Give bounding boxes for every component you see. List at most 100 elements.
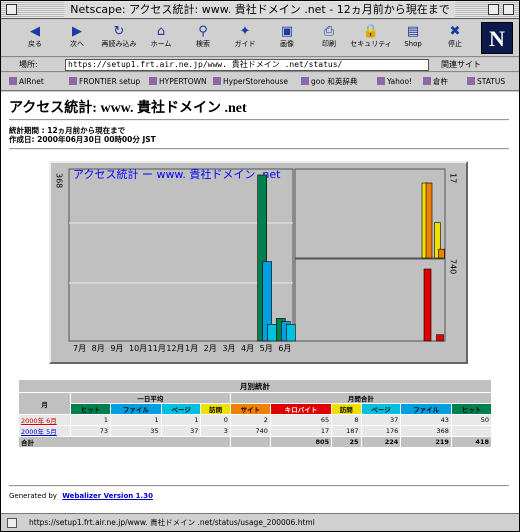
x-tick-label: 1月	[185, 344, 198, 353]
total-value: 187	[331, 425, 362, 437]
total-value: 740	[229, 425, 271, 437]
page-content: アクセス統計: www. 貴社ドメイン .net 統計期間 : 12ヵ月前から現…	[1, 92, 519, 513]
home-button[interactable]: ⌂ ホーム	[139, 22, 183, 55]
x-tick-label: 12月	[166, 344, 184, 353]
grand-total-value: 418	[450, 436, 493, 448]
month-link[interactable]: 2000年 5月	[21, 428, 57, 436]
forward-icon: ▶	[72, 24, 82, 39]
reload-button[interactable]: ↻ 再読み込み	[97, 22, 141, 55]
images-icon: ▣	[280, 24, 294, 39]
lock-button[interactable]: 🔒 セキュリティ	[349, 22, 393, 55]
toolbar-button-label: 検索	[196, 40, 210, 48]
guide-icon: ✦	[239, 24, 251, 39]
total-col-header: サイト	[229, 403, 271, 415]
netscape-logo[interactable]: N	[481, 22, 513, 54]
security-lock-icon[interactable]	[7, 518, 17, 528]
toolbar-button-label: 画像	[280, 40, 294, 48]
personal-bookmark[interactable]: goo 和英辞典	[301, 76, 357, 88]
bookmark-icon	[423, 77, 431, 85]
personal-bookmark[interactable]: 倉杵	[423, 76, 448, 88]
browser-window: Netscape: アクセス統計: www. 貴社ドメイン .net - 12ヵ…	[0, 0, 520, 532]
total-value: 8	[331, 414, 362, 426]
print-button[interactable]: ⎙ 印刷	[307, 22, 351, 55]
personal-bookmark[interactable]: FRONTIER setup	[69, 76, 140, 88]
location-bar: 場所: https://setup1.frt.air.ne.jp/www. 貴社…	[1, 58, 519, 72]
total-spacer	[229, 436, 271, 448]
bookmark-icon	[213, 77, 221, 85]
grand-total-value: 219	[400, 436, 452, 448]
personal-bookmark[interactable]: HYPERTOWN	[149, 76, 207, 88]
bookmark-label: AIRnet	[19, 77, 44, 86]
personal-bookmark[interactable]: STATUS	[467, 76, 505, 88]
total-value: 368	[400, 425, 452, 437]
back-icon: ◀	[30, 24, 40, 39]
monthly-stats-table: 月別統計月一日平均 月間合計 ヒット ファイル ページ 訪問 サイト キロバイト 訪問 ページ ファ…	[18, 379, 493, 448]
daily-value: 1	[69, 414, 112, 426]
zoom-box-icon[interactable]	[488, 4, 499, 15]
toolbar-button-label: Shop	[404, 40, 422, 48]
chart-svg: アクセス統計 ー www. 貴社ドメイン .net 368 17 740 7月 8月 9月 1…	[55, 167, 458, 353]
daily-avg-header: 一日平均	[70, 392, 231, 404]
location-input[interactable]: https://setup1.frt.air.ne.jp/www. 貴社ドメイン…	[65, 59, 429, 71]
toolbar-button-label: 停止	[448, 40, 462, 48]
footer-prefix: Generated by	[9, 492, 57, 500]
bookmark-icon	[69, 77, 77, 85]
lock-icon: 🔒	[362, 24, 380, 39]
total-label: 合計	[18, 436, 231, 448]
pages-bar	[286, 324, 296, 342]
pages-bar	[267, 324, 277, 342]
back-button[interactable]: ◀ 戻る	[13, 22, 57, 55]
status-text: https://setup1.frt.air.ne.jp/www. 貴社ドメイン…	[29, 518, 315, 527]
usage-chart: アクセス統計 ー www. 貴社ドメイン .net 368 17 740 7月 8月 9月 1…	[49, 161, 468, 364]
page-title: アクセス統計: www. 貴社ドメイン .net	[9, 101, 247, 116]
guide-button[interactable]: ✦ ガイド	[223, 22, 267, 55]
right-axis-mid-label: 740	[449, 259, 458, 274]
webalizer-link[interactable]: Webalizer Version 1.30	[62, 492, 153, 500]
table-row: 2000年 6月 1 1 1 0 2 65 8 37 43 50	[18, 414, 493, 426]
right-bottom-plot-panel	[294, 258, 446, 342]
divider	[9, 119, 509, 121]
total-value	[450, 425, 493, 437]
related-sites-button[interactable]: 関連サイト	[441, 59, 481, 70]
navigation-toolbar: N ◀ 戻る ▶ 次へ ↻ 再読み込み ⌂ ホーム ⚲ 検索 ✦ ガイド ▣ 画像 ⎙ 印刷 🔒 セキュリティ ▤ S…	[1, 20, 519, 57]
search-icon: ⚲	[198, 24, 208, 39]
total-col-header: ページ	[360, 403, 402, 415]
chart-title: アクセス統計 ー www. 貴社ドメイン .net	[73, 167, 281, 181]
print-icon: ⎙	[323, 24, 335, 39]
divider	[9, 148, 509, 150]
total-value: 50	[450, 414, 493, 426]
x-tick-label: 2月	[204, 344, 217, 353]
images-button[interactable]: ▣ 画像	[265, 22, 309, 55]
table-row: 月一日平均 月間合計	[18, 392, 493, 415]
right-axis-top-label: 17	[449, 173, 458, 183]
forward-button[interactable]: ▶ 次へ	[55, 22, 99, 55]
bookmark-icon	[467, 77, 475, 85]
bookmark-label: goo 和英辞典	[311, 77, 358, 86]
total-col-header: ファイル	[400, 403, 452, 415]
personal-bookmark[interactable]: Yahoo!	[377, 76, 412, 88]
bookmark-label: STATUS	[477, 77, 506, 86]
title-bar[interactable]: Netscape: アクセス統計: www. 貴社ドメイン .net - 12ヵ…	[1, 1, 519, 19]
stop-button[interactable]: ✖ 停止	[433, 22, 477, 55]
collapse-box-icon[interactable]	[503, 4, 514, 15]
month-cell: 2000年 6月	[18, 414, 71, 426]
daily-value: 35	[110, 425, 162, 437]
sites-bar	[425, 182, 433, 259]
x-tick-label: 5月	[260, 344, 273, 353]
daily-value: 3	[200, 425, 231, 437]
window-title: Netscape: アクセス統計: www. 貴社ドメイン .net - 12ヵ…	[64, 2, 456, 17]
total-value: 176	[360, 425, 402, 437]
toolbar-button-label: 戻る	[28, 40, 42, 48]
search-button[interactable]: ⚲ 検索	[181, 22, 225, 55]
created-date: 作成日: 2000年06月30日 00時00分 JST	[9, 135, 156, 144]
total-col-header: キロバイト	[269, 403, 333, 415]
reload-icon: ↻	[113, 24, 125, 39]
personal-bookmark[interactable]: AIRnet	[9, 76, 44, 88]
shop-button[interactable]: ▤ Shop	[391, 22, 435, 55]
x-tick-label: 8月	[92, 344, 105, 353]
close-box-icon[interactable]	[6, 4, 17, 15]
month-link[interactable]: 2000年 6月	[21, 417, 57, 425]
monthly-total-header: 月間合計	[229, 392, 493, 404]
x-tick-label: 4月	[241, 344, 254, 353]
personal-bookmark[interactable]: HyperStorehouse	[213, 76, 288, 88]
